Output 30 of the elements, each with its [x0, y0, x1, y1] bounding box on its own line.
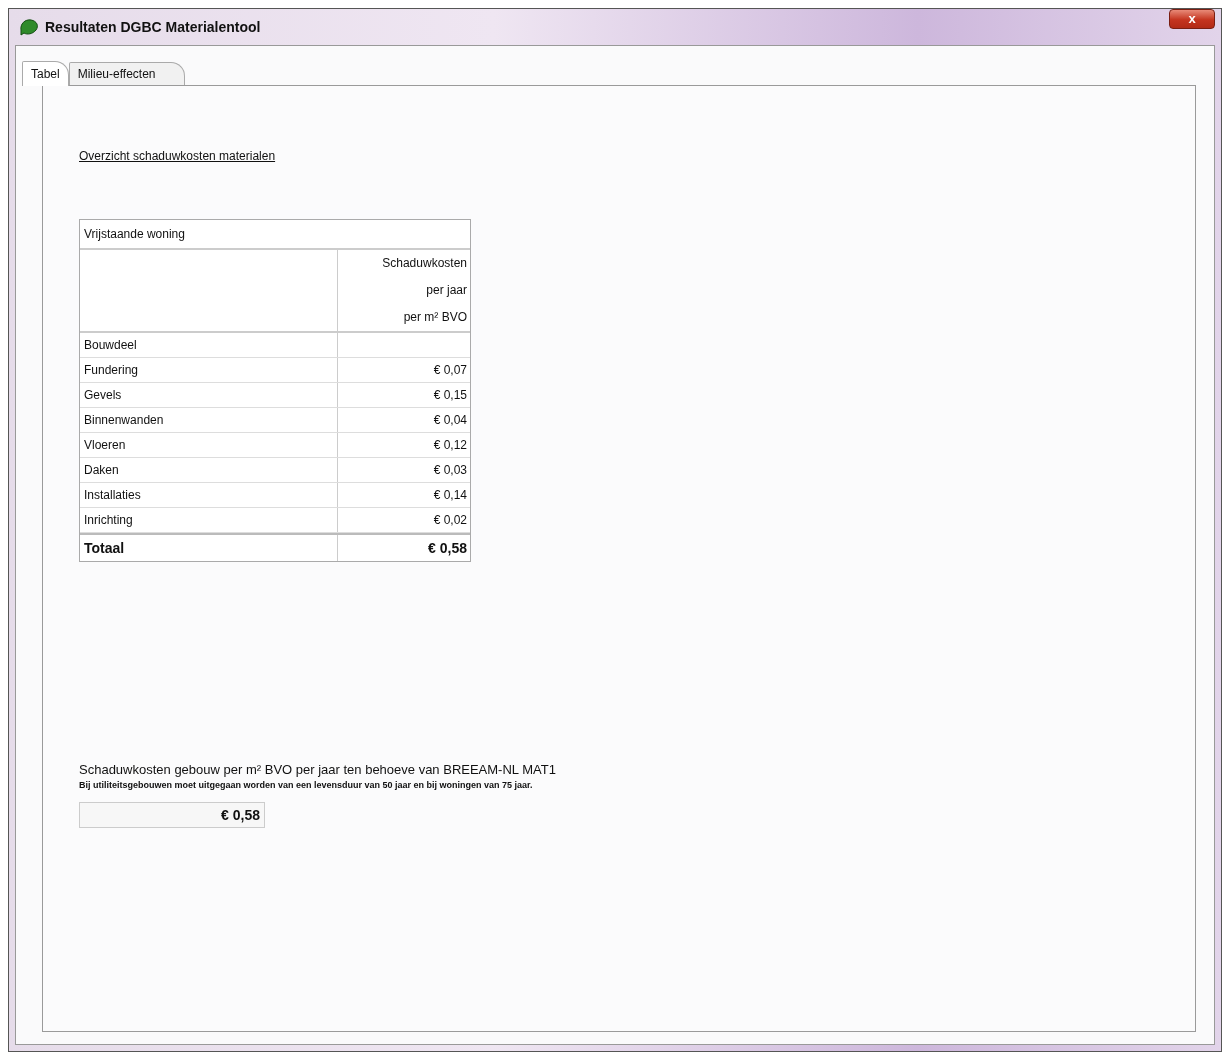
table-cell-text: € 0,58 — [427, 539, 468, 558]
column-header: per jaar — [426, 282, 467, 299]
leaf-icon — [19, 18, 39, 36]
table-cell-text: € 0,04 — [432, 412, 468, 429]
table-cell-text: € 0,12 — [432, 437, 468, 454]
table-cell: Gevels — [80, 383, 338, 407]
total-field: € 0,58 — [79, 802, 265, 828]
window-title: Resultaten DGBC Materialentool — [45, 19, 261, 35]
table-cell-text: € 0,07 — [432, 362, 468, 379]
table-cell-text: € 0,03 — [432, 462, 468, 479]
table-cell: Bouwdeel — [80, 333, 338, 357]
table-cell: Binnenwanden — [80, 408, 338, 432]
tab[interactable]: Tabel — [22, 61, 69, 86]
table-cell: Installaties — [80, 483, 338, 507]
summary-note: Bij utiliteitsgebouwen moet uitgegaan worden van een levensduur van 50 jaar en bij woningen van 75 jaar. — [79, 780, 534, 790]
table-cell: Vloeren — [80, 433, 338, 457]
summary-title: Schaduwkosten gebouw per m² BVO per jaar ten behoeve van BREEAM-NL MAT1 — [79, 762, 557, 777]
column-header: per m² BVO — [403, 309, 467, 326]
table-cell-text: € 0,15 — [432, 387, 468, 404]
section-heading: Overzicht schaduwkosten materialen — [79, 149, 276, 163]
tab[interactable]: Milieu-effecten — [68, 62, 185, 85]
table-title: Vrijstaande woning — [80, 220, 470, 250]
table-cell-text: € 0,02 — [432, 512, 468, 529]
table-cell: Totaal — [80, 535, 338, 561]
table-cell: Inrichting — [80, 508, 338, 532]
table-cell-text: € 0,14 — [432, 487, 468, 504]
close-button[interactable]: x — [1169, 9, 1215, 29]
table-cell: Fundering — [80, 358, 338, 382]
column-header: Schaduwkosten — [382, 255, 467, 272]
table-cell: Daken — [80, 458, 338, 482]
